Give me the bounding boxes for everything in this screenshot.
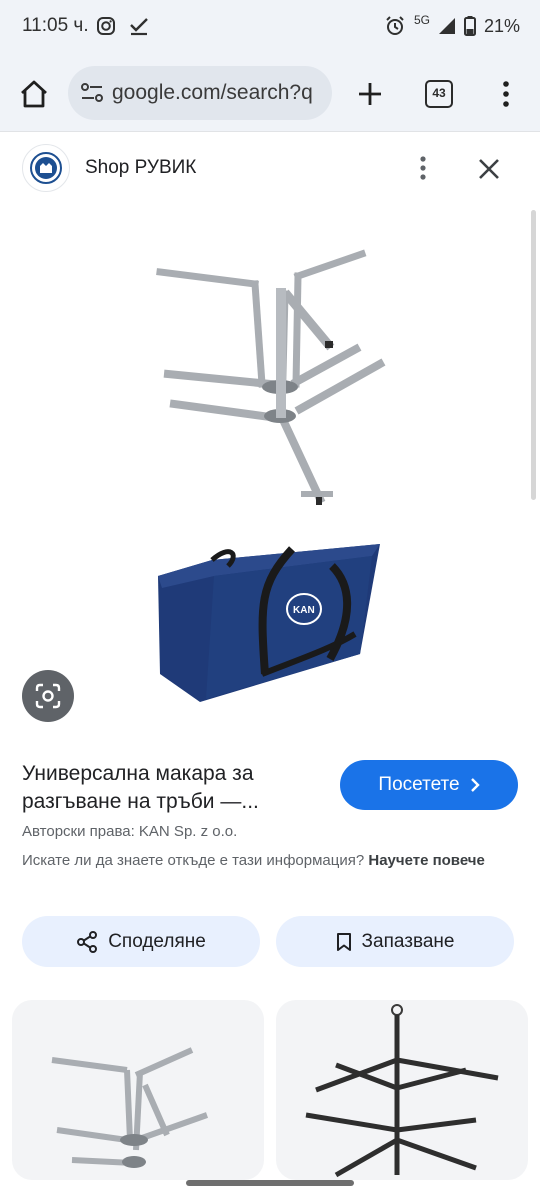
home-icon	[21, 80, 47, 108]
share-icon	[77, 930, 98, 953]
plus-icon	[359, 83, 381, 105]
result-panel-header: Shop РУВИК	[0, 132, 540, 204]
close-icon	[479, 159, 499, 179]
learn-more-link[interactable]: Научете повече	[368, 852, 485, 869]
tune-icon[interactable]	[80, 82, 104, 104]
visit-label: Посетете	[378, 774, 460, 795]
shield-logo-icon	[30, 152, 62, 184]
status-system-icons: 5G 21%	[384, 13, 520, 37]
related-result-card[interactable]	[276, 1000, 528, 1180]
browser-menu-button[interactable]	[496, 78, 516, 110]
site-name[interactable]: Shop РУВИК	[85, 157, 196, 179]
info-source-text: Искате ли да знаете откъде е тази информ…	[22, 850, 522, 872]
share-label: Споделяне	[108, 930, 206, 952]
scrollbar[interactable]	[531, 210, 536, 500]
instagram-icon	[97, 17, 115, 35]
more-vert-icon	[503, 81, 509, 107]
save-label: Запазване	[361, 930, 455, 952]
more-vert-icon	[420, 156, 426, 180]
lens-button[interactable]	[22, 670, 74, 722]
lens-icon	[35, 683, 61, 709]
pipe-reel-illustration	[156, 249, 386, 505]
network-type: 5G	[413, 13, 430, 27]
browser-toolbar: google.com/search?q 43	[0, 54, 540, 132]
related-image	[305, 1004, 499, 1178]
status-bar: 11:05 ч. 5G 21%	[0, 0, 540, 54]
bookmark-icon	[336, 932, 351, 951]
product-photo: KAN	[156, 249, 386, 702]
alarm-icon	[386, 16, 404, 35]
tab-switcher-button[interactable]: 43	[425, 80, 453, 108]
chevron-right-icon	[470, 778, 480, 792]
url-text: google.com/search?q	[112, 81, 313, 104]
battery-icon	[463, 16, 476, 36]
visit-button[interactable]: Посетете	[340, 760, 518, 810]
info-question: Искате ли да знаете откъде е тази информ…	[22, 852, 365, 869]
panel-close-button[interactable]	[474, 154, 504, 184]
result-title[interactable]: Универсална макара за разгъване на тръби…	[22, 760, 312, 816]
product-image[interactable]: KAN	[0, 204, 540, 740]
new-tab-button[interactable]	[354, 78, 386, 110]
copyright-text: Авторски права: KAN Sp. z o.o.	[22, 823, 238, 840]
save-button[interactable]: Запазване	[276, 916, 514, 967]
battery-level: 21%	[483, 15, 520, 36]
check-icon	[130, 18, 148, 36]
signal-icon	[438, 18, 455, 34]
bag-logo-text: KAN	[293, 605, 315, 616]
share-button[interactable]: Споделяне	[22, 916, 260, 967]
gesture-nav-bar[interactable]	[186, 1180, 354, 1186]
home-button[interactable]	[18, 78, 50, 110]
tab-count: 43	[432, 86, 446, 100]
status-notification-icons	[96, 16, 150, 36]
related-result-card[interactable]	[12, 1000, 264, 1180]
status-time: 11:05 ч.	[22, 15, 89, 36]
site-logo[interactable]	[22, 144, 70, 192]
address-bar[interactable]: google.com/search?q	[68, 66, 332, 120]
related-image	[51, 1047, 209, 1168]
panel-more-button[interactable]	[414, 154, 432, 182]
carry-bag-illustration: KAN	[158, 544, 380, 702]
